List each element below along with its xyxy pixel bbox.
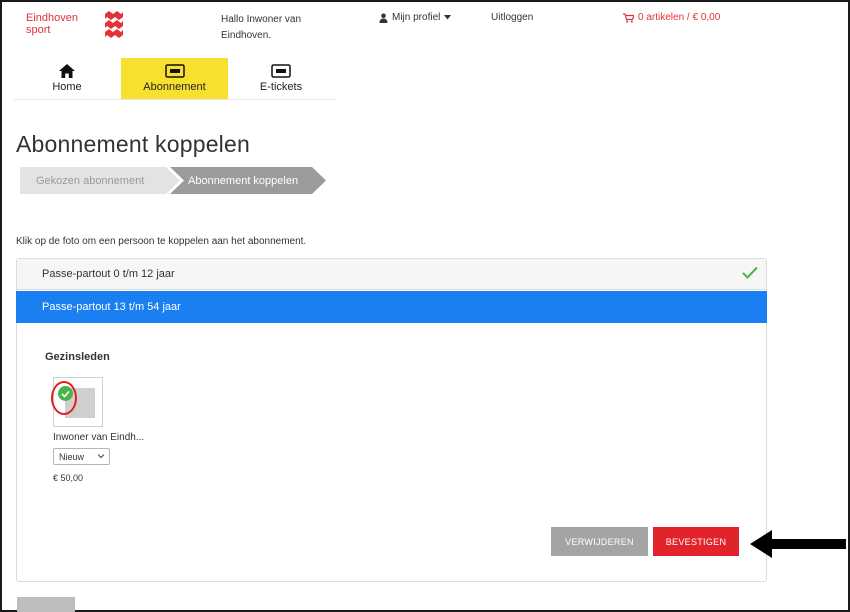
greeting-line1: Hallo Inwoner van: [221, 14, 302, 25]
chevron-down-icon: [97, 454, 105, 459]
nav-e-tickets-label: E-tickets: [259, 81, 303, 93]
accordion-subscription-0-12[interactable]: Passe-partout 0 t/m 12 jaar: [17, 259, 766, 290]
member-price: € 50,00: [53, 473, 84, 483]
page-title: Abonnement koppelen: [16, 131, 250, 157]
member-status-select[interactable]: Nieuw: [53, 448, 110, 465]
cart-icon: [623, 12, 634, 23]
family-member-name: Inwoner van Eindh...: [53, 432, 145, 443]
shopping-cart-link[interactable]: 0 artikelen / € 0,00: [623, 12, 720, 23]
caret-down-icon: [444, 15, 452, 20]
home-icon: [59, 64, 75, 78]
nav-item-home[interactable]: Home: [32, 58, 102, 99]
nav-item-e-tickets[interactable]: E-tickets: [246, 58, 316, 99]
nav-item-abonnement[interactable]: Abonnement: [121, 58, 228, 99]
eindhoven-sport-logo[interactable]: Eindhoven sport: [26, 12, 78, 36]
subscription-13-54-label: Passe-partout 13 t/m 54 jaar: [42, 301, 181, 313]
nav-home-label: Home: [52, 81, 82, 93]
delete-button[interactable]: VERWIJDEREN: [551, 527, 648, 556]
selected-check-icon: [58, 386, 73, 401]
instruction-text: Klik op de foto om een persoon te koppel…: [16, 236, 307, 247]
main-nav: Home Abonnement E-tickets: [14, 58, 336, 100]
checkmark-icon: [742, 266, 758, 279]
subscription-0-12-label: Passe-partout 0 t/m 12 jaar: [42, 268, 175, 280]
member-status-value: Nieuw: [59, 451, 85, 462]
subscription-panel: Passe-partout 0 t/m 12 jaar Passe-partou…: [16, 258, 767, 582]
family-members-heading: Gezinsleden: [45, 351, 110, 363]
greeting-line2: Eindhoven.: [221, 30, 272, 41]
step-link-subscription: Abonnement koppelen: [170, 167, 326, 194]
logo-text-line1: Eindhoven: [26, 12, 78, 24]
user-icon: [379, 13, 388, 23]
my-profile-menu[interactable]: Mijn profiel: [379, 12, 452, 23]
my-profile-label: Mijn profiel: [392, 12, 441, 23]
back-button[interactable]: [17, 597, 75, 612]
family-member-photo[interactable]: [53, 377, 103, 427]
step-chosen-subscription[interactable]: Gekozen abonnement: [20, 167, 180, 194]
accordion-subscription-13-54[interactable]: Passe-partout 13 t/m 54 jaar: [16, 291, 767, 323]
logout-link[interactable]: Uitloggen: [491, 12, 533, 23]
eindhoven-emblem-icon: [105, 11, 123, 38]
user-greeting: Hallo Inwoner van Eindhoven.: [221, 12, 341, 44]
ticket-icon: [271, 64, 291, 78]
confirm-button[interactable]: BEVESTIGEN: [653, 527, 739, 556]
annotation-arrow-icon: [750, 530, 846, 558]
logo-text-line2: sport: [26, 24, 51, 36]
subscription-icon: [164, 64, 185, 78]
cart-summary: 0 artikelen / € 0,00: [638, 12, 721, 23]
nav-abonnement-label: Abonnement: [143, 81, 206, 93]
